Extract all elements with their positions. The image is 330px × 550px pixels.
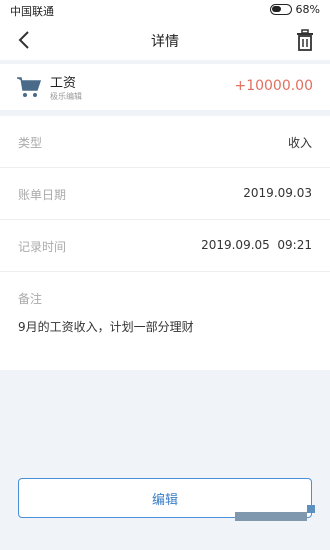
row-value: 2019.09.03: [243, 186, 312, 200]
row-value: 2019.09.05 09:21: [201, 238, 312, 252]
battery-indicator: 68%: [269, 3, 320, 16]
page-title: 详情: [151, 34, 179, 50]
row-label: 账单日期: [18, 188, 67, 202]
nav-bar: 详情: [0, 20, 330, 60]
decorative-dot: [307, 505, 315, 513]
record-subtitle: 极乐编辑: [50, 92, 82, 101]
detail-row-type: 类型 收入: [0, 116, 330, 168]
trash-icon[interactable]: [294, 28, 316, 52]
carrier-name: 中国联通: [10, 5, 54, 18]
row-label: 类型: [18, 136, 43, 150]
shopping-cart-icon: [17, 77, 42, 97]
note-text: 9月的工资收入，计划一部分理财: [18, 320, 194, 334]
detail-card: 类型 收入 账单日期 2019.09.03 记录时间 2019.09.05 09…: [0, 116, 330, 370]
record-category-name: 工资: [50, 76, 77, 91]
note-label: 备注: [18, 292, 43, 306]
battery-percent: 68%: [295, 3, 320, 16]
record-summary: 工资 极乐编辑 +10000.00: [0, 64, 330, 110]
battery-icon: [269, 4, 292, 15]
record-amount: +10000.00: [234, 78, 313, 94]
row-label: 记录时间: [18, 240, 67, 254]
status-bar: 中国联通 68%: [0, 0, 330, 20]
decorative-bar: [235, 512, 307, 521]
row-value: 收入: [287, 136, 312, 150]
detail-row-record-time: 记录时间 2019.09.05 09:21: [0, 220, 330, 272]
detail-row-bill-date: 账单日期 2019.09.03: [0, 168, 330, 220]
